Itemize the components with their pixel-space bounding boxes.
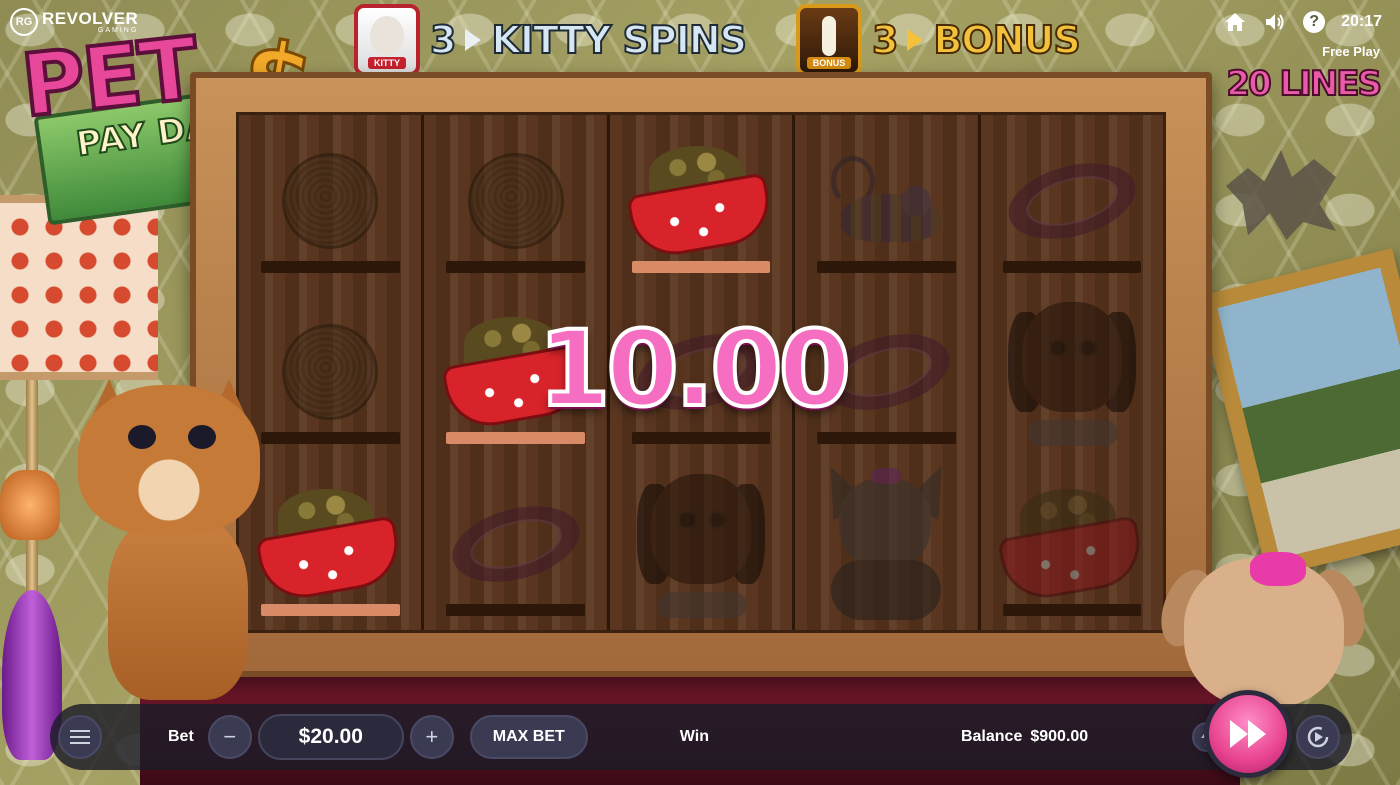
kitten-character — [78, 379, 268, 705]
bet-value: $20.00 — [257, 714, 404, 760]
reel-cell — [981, 115, 1163, 287]
yarn-ball-symbol — [282, 152, 379, 249]
reel-cell — [239, 115, 421, 287]
menu-button[interactable] — [58, 715, 102, 759]
yarn-ball-symbol — [467, 152, 564, 249]
sound-icon[interactable] — [1263, 10, 1287, 34]
arrow-right-icon — [907, 29, 924, 51]
puppy-symbol — [1002, 292, 1142, 452]
reel-cell — [795, 115, 977, 287]
balance-label: Balance — [960, 728, 1023, 745]
reel-cell — [981, 287, 1163, 459]
bonus-icon: BONUS — [796, 4, 862, 76]
lamp-glass — [0, 470, 60, 540]
bonus-label: BONUS — [932, 17, 1081, 63]
lamp-shade — [0, 195, 158, 380]
help-icon[interactable]: ? — [1303, 11, 1326, 33]
max-bet-button[interactable]: MAX BET — [469, 715, 588, 759]
increase-bet-button[interactable]: + — [409, 715, 454, 759]
home-icon[interactable] — [1223, 10, 1247, 34]
arrow-right-icon — [465, 29, 482, 51]
control-bar: Bet − $20.00 + MAX BET Win Balance $900.… — [50, 690, 1352, 778]
decrease-bet-button[interactable]: − — [207, 715, 252, 759]
balance-value: $900.00 — [1030, 728, 1089, 745]
toy-mouse-symbol — [831, 155, 942, 246]
reel-cell — [424, 115, 606, 287]
pink-bow-icon — [1250, 552, 1306, 586]
win-label: Win — [679, 728, 709, 745]
bonus-tag: BONUS — [806, 57, 852, 69]
kitty-tag: KITTY — [368, 57, 406, 69]
reel-5 — [980, 115, 1164, 630]
menu-icon — [70, 726, 90, 748]
food-bowl-symbol — [626, 145, 776, 262]
puppy-symbol — [631, 464, 771, 624]
clock: 20:17 — [1341, 13, 1382, 30]
reel-cell — [795, 458, 977, 630]
yarn-ball-symbol — [282, 324, 379, 421]
play-mode-label: Free Play — [1322, 44, 1380, 59]
fast-forward-icon — [1230, 720, 1248, 748]
reel-cell — [610, 115, 792, 287]
bonus-count: 3 — [871, 17, 900, 63]
reel-1 — [239, 115, 425, 630]
food-bowl-symbol — [255, 489, 405, 605]
reel-cell — [610, 458, 792, 630]
collar-symbol — [443, 493, 588, 595]
kitty-icon: KITTY — [354, 4, 420, 76]
win-amount-display: 10.00 — [536, 306, 853, 432]
collar-symbol — [999, 150, 1144, 252]
spin-button[interactable] — [1204, 690, 1292, 778]
reel-cell — [981, 458, 1163, 630]
lines-count: 20 LINES — [1225, 63, 1383, 105]
food-bowl-symbol — [997, 489, 1147, 605]
kitty-spins-label: KITTY SPINS — [490, 17, 748, 63]
bet-label: Bet — [168, 728, 194, 745]
autoplay-button[interactable] — [1296, 715, 1340, 759]
top-right-controls: ? 20:17 — [1223, 10, 1382, 34]
autoplay-icon — [1307, 726, 1329, 748]
kitty-spins-feature: KITTY 3 KITTY SPINS — [354, 4, 748, 76]
bonus-feature: BONUS 3 BONUS — [796, 4, 1082, 76]
kitty-count: 3 — [429, 17, 458, 63]
chihuahua-symbol — [811, 464, 961, 624]
reel-cell — [424, 458, 606, 630]
